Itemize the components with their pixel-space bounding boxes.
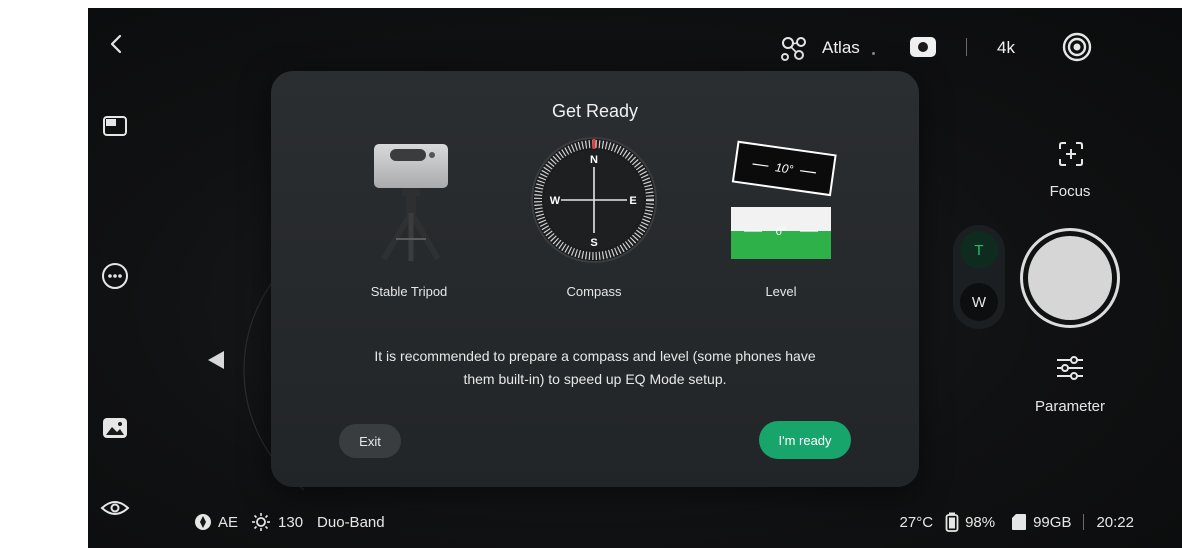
compass-east: E xyxy=(629,195,636,207)
atlas-button[interactable] xyxy=(776,34,812,64)
dialog-title: Get Ready xyxy=(551,101,639,121)
brightness-value[interactable]: 130 xyxy=(278,514,303,531)
exit-button[interactable]: Exit xyxy=(339,424,401,458)
atlas-label[interactable]: Atlas xyxy=(822,38,860,58)
compass-illustration: N S E W xyxy=(531,137,657,263)
compass-north: N xyxy=(590,154,598,166)
record-icon xyxy=(910,37,936,57)
bottom-right-status: 27°C 98% 99GB 20:22 xyxy=(900,512,1134,532)
tripod-label: Stable Tripod xyxy=(370,284,448,299)
battery-icon xyxy=(945,512,959,532)
arrow-left-icon xyxy=(208,351,224,369)
atlas-icon xyxy=(781,37,806,61)
compass-west: W xyxy=(550,195,561,207)
focus-icon xyxy=(1059,142,1083,166)
back-button[interactable] xyxy=(100,28,132,60)
ready-button[interactable]: I'm ready xyxy=(759,421,851,459)
more-icon xyxy=(102,263,128,289)
layout-icon xyxy=(103,116,127,136)
get-ready-dialog: Get Ready Stable Tripod N S E W Compass xyxy=(271,71,919,487)
description-line-2: them built-in) to speed up EQ Mode setup… xyxy=(463,371,727,387)
sliders-icon xyxy=(1057,356,1083,380)
temperature-value: 27°C xyxy=(899,513,934,531)
gallery-icon xyxy=(103,418,127,438)
layout-toggle-button[interactable] xyxy=(97,110,133,142)
top-divider xyxy=(966,38,967,56)
more-options-button[interactable] xyxy=(97,258,133,294)
level-top-reading: 10° xyxy=(774,160,794,176)
parameter-button[interactable] xyxy=(1052,352,1088,384)
level-illustration: 10° 0° xyxy=(731,140,837,259)
resolution-label[interactable]: 4k xyxy=(997,38,1015,58)
level-label: Level xyxy=(765,284,797,299)
band-label[interactable]: Duo-Band xyxy=(317,514,385,531)
chevron-left-icon xyxy=(110,34,122,54)
aperture-icon xyxy=(195,514,211,530)
focus-label: Focus xyxy=(1049,183,1091,200)
bottom-left-status: AE 130 Duo-Band xyxy=(194,512,385,532)
description-line-1: It is recommended to prepare a compass a… xyxy=(374,348,816,364)
eye-icon xyxy=(100,501,130,515)
wide-button[interactable]: W xyxy=(960,283,998,321)
bottom-divider xyxy=(1083,514,1085,530)
storage-value: 99GB xyxy=(1033,513,1072,531)
ae-label[interactable]: AE xyxy=(218,514,238,531)
focus-button[interactable] xyxy=(1055,138,1087,170)
level-bottom-reading: 0° xyxy=(776,226,787,238)
zoom-selector: T W xyxy=(953,225,1005,329)
tele-button[interactable]: T xyxy=(960,231,998,269)
time-value: 20:22 xyxy=(1096,513,1134,531)
parameter-label: Parameter xyxy=(1034,398,1106,415)
lens-icon xyxy=(1062,32,1092,62)
settings-button[interactable] xyxy=(1060,30,1094,64)
compass-south: S xyxy=(590,237,597,249)
shutter-button[interactable] xyxy=(1020,228,1120,328)
brightness-icon xyxy=(252,513,271,531)
status-dot xyxy=(872,52,875,55)
visibility-button[interactable] xyxy=(97,492,133,524)
camera-mode-button[interactable] xyxy=(907,34,939,60)
sd-card-icon xyxy=(1012,514,1027,530)
compass-label: Compass xyxy=(566,284,622,299)
battery-value: 98% xyxy=(965,513,996,531)
gallery-button[interactable] xyxy=(97,410,133,446)
tripod-illustration xyxy=(374,144,448,261)
dialog-description: It is recommended to prepare a compass a… xyxy=(311,345,879,391)
shutter-inner xyxy=(1028,236,1112,320)
